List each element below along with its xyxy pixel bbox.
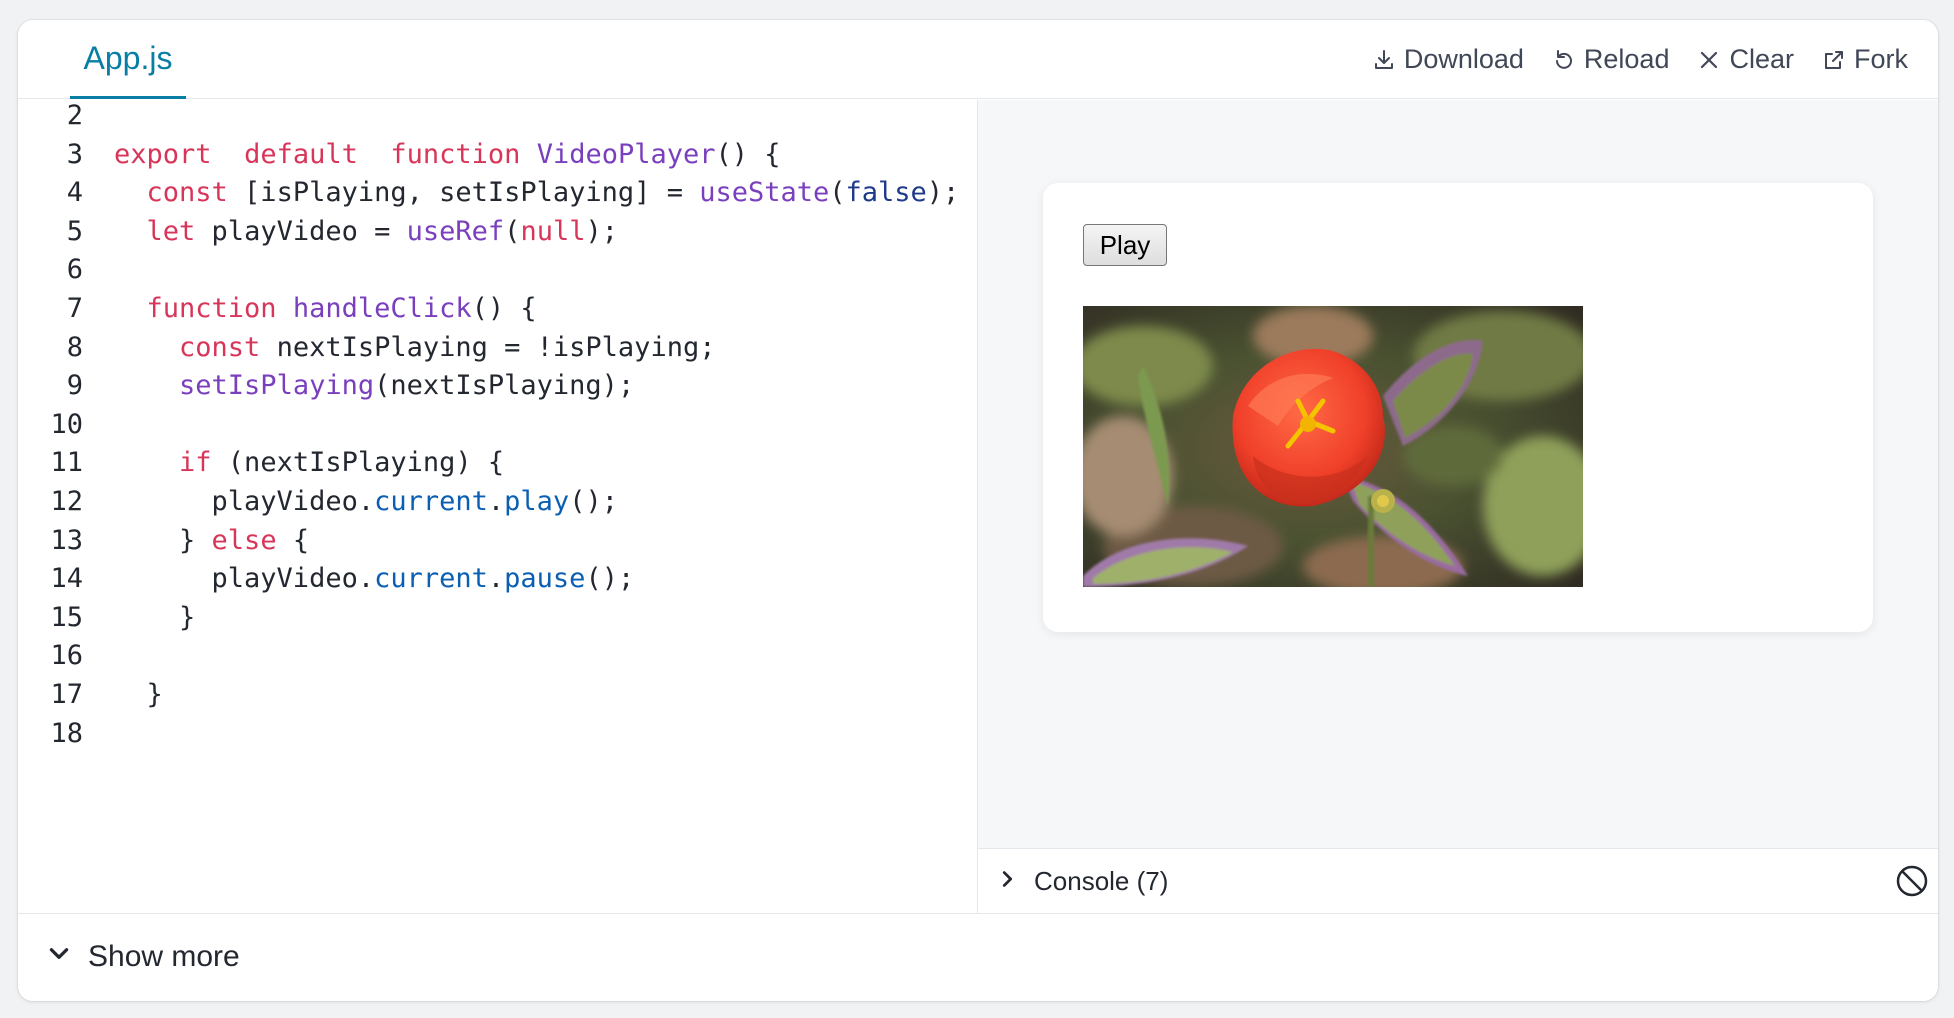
code-text: } (114, 594, 195, 642)
console-panel: Console (7) (978, 848, 1938, 913)
code-token: VideoPlayer (536, 138, 716, 170)
console-toggle[interactable]: Console (7) (996, 849, 1168, 913)
code-token: { (276, 524, 310, 556)
code-token: export (114, 138, 212, 170)
code-token: (nextIsPlaying) { (211, 447, 505, 479)
code-token: ); (926, 177, 960, 209)
code-token: const (146, 177, 228, 209)
code-text: setIsPlaying(nextIsPlaying); (114, 362, 634, 410)
reload-icon (1552, 48, 1576, 72)
code-token: default (244, 138, 358, 170)
flower-video-frame (1083, 306, 1583, 587)
code-token: const (179, 331, 261, 363)
prohibited-icon (1894, 865, 1930, 903)
download-label: Download (1403, 44, 1524, 74)
code-token: ); (585, 215, 618, 247)
code-token: . (487, 486, 505, 517)
clear-console-button[interactable] (1894, 863, 1930, 904)
show-more-bar: Show more (18, 913, 1938, 1001)
toolbar-actions: Download Reload Clear Fork (1372, 20, 1908, 99)
code-token: playVideo. (114, 486, 375, 517)
code-token: else (211, 524, 277, 556)
code-token: current (374, 486, 488, 517)
preview-card: Play (1043, 183, 1873, 632)
code-token: } (114, 601, 196, 633)
code-token: playVideo. (114, 563, 375, 595)
code-token: useState (699, 177, 830, 209)
code-token: current (374, 563, 488, 595)
code-token: function (390, 138, 521, 170)
external-link-icon (1822, 48, 1846, 72)
code-text: } (114, 671, 163, 719)
download-icon (1372, 48, 1396, 72)
code-token: if (179, 447, 212, 479)
reload-label: Reload (1583, 44, 1670, 74)
code-token: (); (569, 486, 618, 517)
code-token: } (114, 524, 212, 556)
code-token: null (520, 215, 586, 247)
show-more-button[interactable]: Show more (46, 914, 240, 1000)
code-token: ( (829, 177, 846, 209)
code-token: () { (715, 138, 781, 170)
code-token: ( (504, 215, 521, 247)
code-editor[interactable]: 2 3 export default function VideoPlayer() … (18, 100, 978, 913)
sandpack-container: App.js Download Reload Clear Fork 2 3 ex… (18, 20, 1938, 1001)
chevron-down-icon (46, 940, 72, 974)
tab-app-js[interactable]: App.js (70, 20, 186, 99)
show-more-label: Show more (88, 940, 240, 973)
code-token: useRef (406, 215, 505, 247)
fork-button[interactable]: Fork (1822, 44, 1908, 75)
code-token: handleClick (292, 293, 472, 324)
code-token: (nextIsPlaying); (374, 370, 635, 402)
code-token: function (146, 293, 277, 324)
code-token: nextIsPlaying = !isPlaying; (260, 331, 716, 363)
clear-label: Clear (1729, 44, 1794, 74)
code-token: playVideo = (195, 215, 407, 247)
tab-label: App.js (83, 39, 173, 76)
download-button[interactable]: Download (1372, 44, 1524, 75)
console-label: Console (7) (1034, 865, 1169, 896)
clear-button[interactable]: Clear (1697, 44, 1794, 75)
code-token: setIsPlaying (179, 370, 375, 402)
line-number: 18 (50, 717, 83, 749)
preview-pane: Play (978, 100, 1938, 848)
code-token: play (504, 486, 570, 517)
code-token: [isPlaying, setIsPlaying] = (227, 177, 700, 209)
chevron-right-icon (996, 866, 1018, 897)
code-token: () { (471, 293, 537, 324)
editor-toolbar: App.js Download Reload Clear Fork (18, 20, 1938, 99)
code-token: pause (504, 563, 586, 595)
reload-button[interactable]: Reload (1552, 44, 1670, 75)
play-button[interactable]: Play (1083, 224, 1167, 266)
fork-label: Fork (1854, 44, 1908, 74)
code-token: . (487, 563, 505, 595)
code-token: let (146, 215, 196, 247)
video-player[interactable] (1083, 306, 1583, 587)
code-token: (); (585, 563, 635, 595)
close-icon (1697, 48, 1721, 72)
code-text: let playVideo = useRef(null); (114, 208, 618, 256)
code-token: false (845, 177, 927, 209)
code-token: } (114, 679, 163, 710)
